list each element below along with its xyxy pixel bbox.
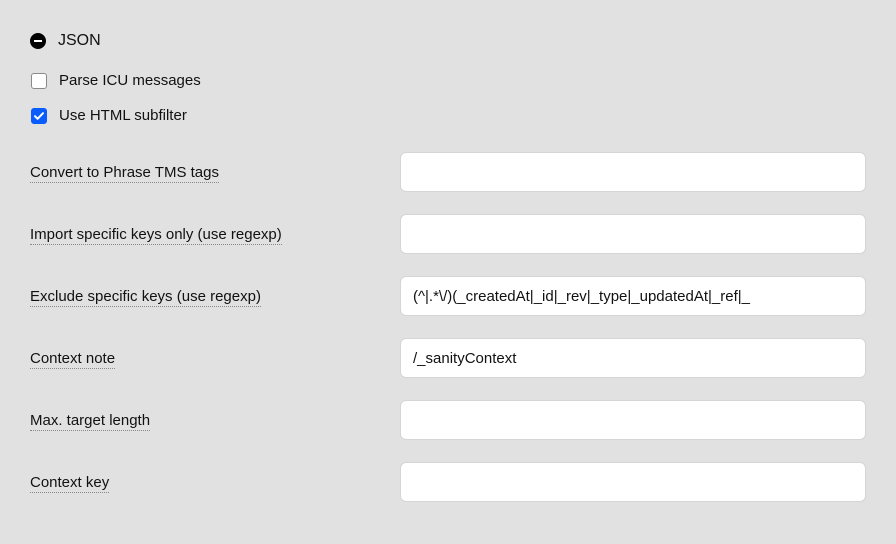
context-note-label: Context note (30, 350, 115, 369)
parse-icu-checkbox[interactable] (31, 73, 47, 89)
parse-icu-label: Parse ICU messages (59, 72, 201, 89)
import-keys-label: Import specific keys only (use regexp) (30, 226, 282, 245)
html-subfilter-row: Use HTML subfilter (30, 107, 866, 124)
parse-icu-row: Parse ICU messages (30, 72, 866, 89)
json-settings-panel: JSON Parse ICU messages Use HTML subfilt… (12, 12, 884, 544)
collapse-icon[interactable] (30, 33, 46, 49)
max-target-length-row: Max. target length (30, 400, 866, 440)
max-target-length-label: Max. target length (30, 412, 150, 431)
field-rows: Convert to Phrase TMS tags Import specif… (30, 152, 866, 502)
import-keys-input[interactable] (400, 214, 866, 254)
context-key-label: Context key (30, 474, 109, 493)
check-icon (33, 110, 45, 122)
convert-tags-input[interactable] (400, 152, 866, 192)
import-keys-row: Import specific keys only (use regexp) (30, 214, 866, 254)
context-note-row: Context note (30, 338, 866, 378)
max-target-length-input[interactable] (400, 400, 866, 440)
html-subfilter-checkbox[interactable] (31, 108, 47, 124)
minus-icon (34, 40, 42, 42)
section-title: JSON (58, 32, 101, 50)
exclude-keys-row: Exclude specific keys (use regexp) (30, 276, 866, 316)
convert-tags-label: Convert to Phrase TMS tags (30, 164, 219, 183)
exclude-keys-label: Exclude specific keys (use regexp) (30, 288, 261, 307)
html-subfilter-label: Use HTML subfilter (59, 107, 187, 124)
exclude-keys-input[interactable] (400, 276, 866, 316)
section-header: JSON (30, 32, 866, 50)
context-key-row: Context key (30, 462, 866, 502)
context-key-input[interactable] (400, 462, 866, 502)
convert-tags-row: Convert to Phrase TMS tags (30, 152, 866, 192)
context-note-input[interactable] (400, 338, 866, 378)
